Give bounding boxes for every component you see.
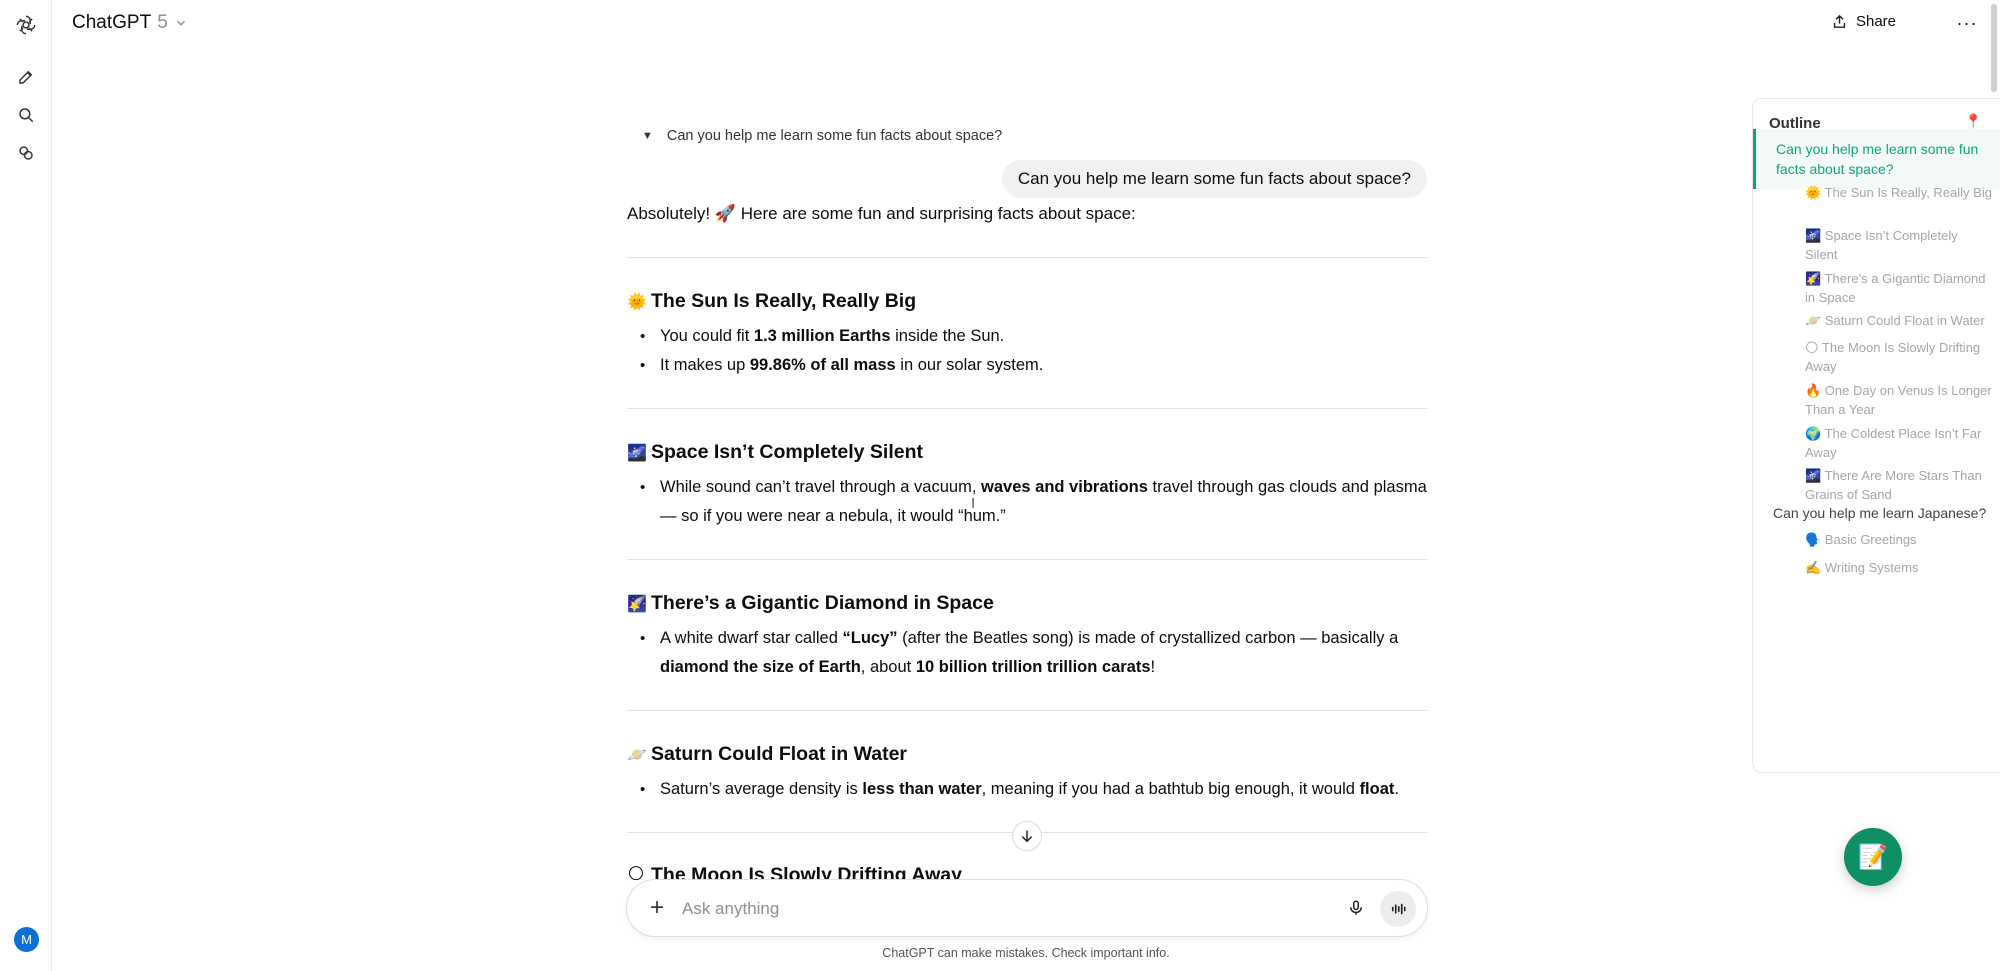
bold-text: less than water <box>862 780 982 798</box>
outline-item-section[interactable]: 🗣️ Basic Greetings <box>1805 530 1993 549</box>
section-title-text: There’s a Gigantic Diamond in Space <box>651 592 994 614</box>
bullet-item: While sound can’t travel through a vacuu… <box>640 473 1430 531</box>
message-input[interactable] <box>682 894 1322 924</box>
more-horizontal-icon[interactable]: ··· <box>1954 10 1980 36</box>
section-title-text: The Sun Is Really, Really Big <box>651 290 917 312</box>
voice-mode-button[interactable] <box>1380 891 1416 927</box>
sun-emoji-icon: 🌞 <box>627 293 647 311</box>
bullet-item: Saturn’s average density is less than wa… <box>640 775 1430 804</box>
section-title-text: Saturn Could Float in Water <box>651 743 908 765</box>
toggle-label: Can you help me learn some fun facts abo… <box>666 128 1003 144</box>
model-selector[interactable]: ChatGPT 5 <box>72 12 188 34</box>
bullet-list: While sound can’t travel through a vacuu… <box>640 473 1430 531</box>
section-title-text: The Moon Is Slowly Drifting Away <box>651 864 962 880</box>
arrow-down-icon <box>1021 830 1033 843</box>
outline-item-question[interactable]: Can you help me learn Japanese? <box>1773 503 1993 523</box>
outline-item-section[interactable]: 🔥 One Day on Venus Is Longer Than a Year <box>1805 381 1993 419</box>
top-bar: ChatGPT 5 Share ··· <box>52 0 2000 48</box>
outline-item-section[interactable]: 🌞 The Sun Is Really, Really Big <box>1805 183 1993 202</box>
section-title-partial: 🌕 The Moon Is Slowly Drifting Away <box>627 864 962 880</box>
divider <box>627 559 1427 560</box>
search-icon[interactable] <box>14 103 38 127</box>
assistant-intro: Absolutely! 🚀 Here are some fun and surp… <box>627 204 1136 223</box>
bullet-list: Saturn’s average density is less than wa… <box>640 775 1430 804</box>
scrollbar[interactable] <box>1991 4 1997 92</box>
outline-item-section[interactable]: 🌕 The Moon Is Slowly Drifting Away <box>1805 338 1993 376</box>
share-button[interactable]: Share <box>1831 13 1896 30</box>
outline-item-section[interactable]: 🌌 There Are More Stars Than Grains of Sa… <box>1805 466 1993 504</box>
outline-item-section[interactable]: ✍️ Writing Systems <box>1805 558 1993 577</box>
text-run: inside the Sun. <box>890 327 1005 345</box>
voice-waveform-icon <box>1391 903 1406 915</box>
text-run: While sound can’t travel through a vacuu… <box>660 478 982 496</box>
divider <box>627 257 1427 258</box>
library-icon[interactable] <box>14 141 38 165</box>
galaxy-emoji-icon: 🌌 <box>627 444 647 462</box>
outline-item-section[interactable]: 🌠 There’s a Gigantic Diamond in Space <box>1805 269 1993 307</box>
section-title: 🌞 The Sun Is Really, Really Big <box>627 290 916 313</box>
disclaimer: ChatGPT can make mistakes. Check importa… <box>882 946 1170 960</box>
plus-icon[interactable]: + <box>643 894 671 922</box>
user-message: Can you help me learn some fun facts abo… <box>1001 160 1427 198</box>
outline-panel: Outline 📍 Can you help me learn some fun… <box>1752 98 2000 773</box>
scroll-down-button[interactable] <box>1012 821 1042 851</box>
section-title: 🪐 Saturn Could Float in Water <box>627 743 907 766</box>
shooting-star-emoji-icon: 🌠 <box>627 595 647 613</box>
pin-icon[interactable]: 📍 <box>1965 113 1982 130</box>
text-run: Saturn’s average density is <box>660 780 863 798</box>
text-run: , about <box>860 658 916 676</box>
text-run: ! <box>1150 658 1156 676</box>
section-title: 🌠 There’s a Gigantic Diamond in Space <box>627 592 994 615</box>
outline-item-section[interactable]: 🪐 Saturn Could Float in Water <box>1805 311 1993 330</box>
notepad-button[interactable]: 📝 <box>1844 828 1902 886</box>
text-run: . <box>1394 780 1399 798</box>
upload-icon <box>1833 14 1846 28</box>
bold-text: 99.86% of all mass <box>749 356 896 374</box>
bold-text: diamond the size of Earth <box>660 658 861 676</box>
chevron-down-icon <box>176 20 185 26</box>
bold-text: float <box>1359 780 1395 798</box>
collapse-toggle[interactable]: ▼ Can you help me learn some fun facts a… <box>642 128 1002 144</box>
openai-logo-icon[interactable] <box>14 13 38 37</box>
composer: + <box>626 879 1428 937</box>
text-run: , meaning if you had a bathtub big enoug… <box>981 780 1360 798</box>
triangle-down-icon: ▼ <box>642 130 653 142</box>
bold-text: “Lucy” <box>842 629 898 647</box>
divider <box>627 408 1427 409</box>
bold-text: 1.3 million Earths <box>753 327 891 345</box>
text-run: You could fit <box>660 327 754 345</box>
divider <box>627 710 1427 711</box>
model-version: 5 <box>157 12 168 33</box>
microphone-icon[interactable] <box>1343 895 1369 921</box>
text-cursor-icon: I <box>971 495 976 512</box>
outline-item-section[interactable]: 🌌 Space Isn’t Completely Silent <box>1805 226 1993 264</box>
outline-item-section[interactable]: 🌍 The Coldest Place Isn’t Far Away <box>1805 424 1993 462</box>
share-label: Share <box>1855 13 1896 30</box>
notepad-icon: 📝 <box>1858 843 1888 871</box>
edit-icon[interactable] <box>14 65 38 89</box>
bullet-item: A white dwarf star called “Lucy” (after … <box>640 624 1430 682</box>
bold-text: waves and vibrations <box>981 478 1148 496</box>
model-name: ChatGPT <box>72 12 152 33</box>
section-title-text: Space Isn’t Completely Silent <box>651 441 923 463</box>
bullet-list: A white dwarf star called “Lucy” (after … <box>640 624 1430 682</box>
text-run: A white dwarf star called <box>660 629 843 647</box>
bullet-item: It makes up 99.86% of all mass in our so… <box>640 351 1430 380</box>
saturn-emoji-icon: 🪐 <box>627 746 647 764</box>
moon-emoji-icon: 🌕 <box>627 866 645 880</box>
bullet-list: You could fit 1.3 million Earths inside … <box>640 322 1430 380</box>
outline-item-question[interactable]: Can you help me learn some fun facts abo… <box>1753 129 2000 189</box>
bold-text: 10 billion trillion trillion carats <box>915 658 1151 676</box>
text-run: It makes up <box>660 356 750 374</box>
text-run: (after the Beatles song) is made of crys… <box>897 629 1399 647</box>
bullet-item: You could fit 1.3 million Earths inside … <box>640 322 1430 351</box>
left-sidebar: M <box>0 0 52 971</box>
section-title: 🌌 Space Isn’t Completely Silent <box>627 441 923 464</box>
text-run: in our solar system. <box>895 356 1044 374</box>
